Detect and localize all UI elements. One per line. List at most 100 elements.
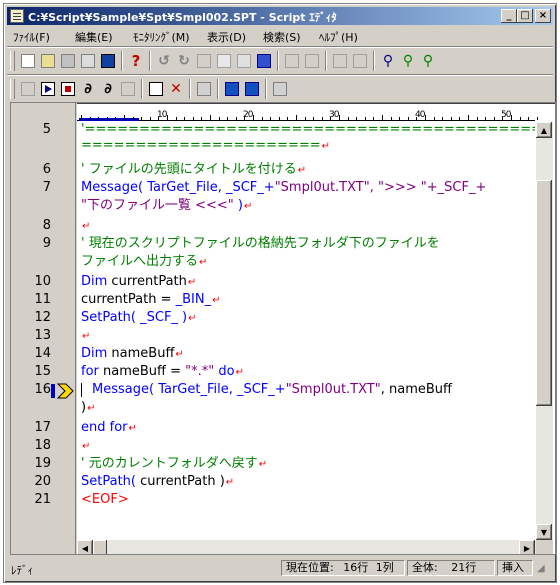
trace-icon[interactable] (195, 80, 213, 98)
menu-search[interactable]: 検索(S) (263, 29, 301, 45)
ruler-tick (502, 117, 504, 120)
ruler-tick (425, 115, 426, 120)
line-number: 13 (34, 328, 51, 343)
ruler-tick (450, 117, 452, 120)
undo-icon[interactable]: ↺ (155, 52, 173, 70)
debug-icon[interactable]: ∂ (79, 80, 97, 98)
replace-icon[interactable] (303, 52, 321, 70)
line-number: 14 (34, 346, 51, 361)
status-position: 現在位置: 16行 1列 (281, 560, 405, 576)
toolbar-separator (373, 51, 375, 71)
copy-icon[interactable] (215, 52, 233, 70)
toolbar-separator (149, 51, 151, 71)
ruler-tick (399, 117, 401, 120)
title-bar[interactable]: C:¥Script¥Sample¥Spt¥Smpl002.SPT - Scrip… (7, 7, 553, 25)
line-number: 10 (34, 274, 51, 289)
book-icon[interactable] (99, 52, 117, 70)
ruler-tick (485, 117, 487, 120)
code-editor[interactable]: 10 20 30 40 50 '========================… (10, 102, 556, 555)
minimize-button[interactable]: _ (501, 9, 517, 23)
scroll-up-button[interactable]: ▲ (536, 122, 552, 138)
sheet-icon[interactable] (351, 52, 369, 70)
resize-grip-icon[interactable]: ◢ (537, 563, 545, 574)
grid-icon[interactable] (331, 52, 349, 70)
ruler-tick (433, 117, 435, 120)
horizontal-scrollbar[interactable]: ◀ ▶ (77, 540, 536, 554)
stop-icon[interactable] (59, 80, 77, 98)
window2-icon[interactable] (243, 80, 261, 98)
ruler-tick (407, 117, 409, 120)
paste-icon[interactable] (235, 52, 253, 70)
cut-icon[interactable] (195, 52, 213, 70)
find-next-icon[interactable]: ⚲ (399, 52, 417, 70)
scroll-left-button[interactable]: ◀ (77, 540, 93, 554)
ruler-tick (184, 117, 186, 120)
toolbar-grip[interactable] (10, 79, 15, 99)
code-line: ) (81, 400, 87, 415)
print-icon[interactable] (79, 52, 97, 70)
code-text: nameBuff = (98, 364, 186, 379)
scroll-thumb[interactable] (536, 180, 552, 406)
jump-icon[interactable] (271, 80, 289, 98)
watch-icon[interactable] (119, 80, 137, 98)
line-number: 9 (42, 236, 51, 251)
line-number: 17 (34, 420, 51, 435)
menu-monitor[interactable]: ﾓﾆﾀﾘﾝｸﾞ(M) (133, 29, 190, 45)
code-line: ====================== (81, 138, 321, 153)
return-mark: ↵ (175, 349, 184, 360)
debug-step-icon[interactable]: ∂ (99, 80, 117, 98)
toolbar-separator (121, 51, 123, 71)
return-mark: ↵ (82, 331, 91, 342)
eof-marker: <EOF> (81, 492, 129, 507)
ruler-tick (132, 117, 134, 120)
menu-help[interactable]: ﾍﾙﾌﾟ(H) (319, 29, 358, 45)
debug-toolbar: ∂ ∂ ✕ (7, 74, 553, 103)
ruler-tick (476, 117, 478, 120)
code-area[interactable]: '=======================================… (77, 122, 535, 540)
clear-breakpoint-icon[interactable]: ✕ (167, 80, 185, 98)
code-text: ) (233, 198, 243, 213)
ruler-tick (141, 117, 143, 120)
position-line: 16行 (343, 561, 369, 574)
zoom-icon[interactable]: ⚲ (379, 52, 397, 70)
new-icon[interactable] (19, 52, 37, 70)
code-identifier: TarGet_File, _SCF_+ (143, 180, 275, 195)
scroll-right-button[interactable]: ▶ (519, 540, 535, 554)
code-line: ' 現在のスクリプトファイルの格納先フォルダ下のファイルを (81, 236, 440, 251)
return-mark: ↵ (258, 459, 268, 470)
status-total: 全体: 21行 (407, 560, 495, 576)
code-text: , nameBuff (380, 382, 452, 397)
maximize-button[interactable]: □ (517, 9, 533, 23)
redo-icon[interactable]: ↻ (175, 52, 193, 70)
toolbar-separator (217, 79, 219, 99)
macro-icon[interactable] (255, 52, 273, 70)
ruler-tick (106, 117, 108, 120)
menu-edit[interactable]: 編集(E) (75, 29, 113, 45)
ruler-tick (373, 117, 375, 120)
toolbar-grip[interactable] (10, 51, 15, 71)
find-icon[interactable] (283, 52, 301, 70)
return-mark: ↵ (321, 141, 331, 152)
hscroll-thumb[interactable] (93, 540, 107, 554)
help-icon[interactable]: ? (127, 52, 145, 70)
breakpoint-icon[interactable] (147, 80, 165, 98)
app-icon[interactable] (10, 9, 24, 23)
close-button[interactable]: × (535, 9, 551, 23)
vertical-scrollbar[interactable]: ▲ ▼ (536, 122, 553, 542)
open-icon[interactable] (39, 52, 57, 70)
scroll-down-button[interactable]: ▼ (536, 524, 552, 540)
save-icon[interactable] (59, 52, 77, 70)
run-icon[interactable] (39, 80, 57, 98)
code-keyword: Dim (81, 346, 108, 361)
window1-icon[interactable] (223, 80, 241, 98)
line-number: 19 (34, 456, 51, 471)
menu-file[interactable]: ﾌｧｲﾙ(F) (13, 29, 50, 45)
find-prev-icon[interactable]: ⚲ (419, 52, 437, 70)
menu-view[interactable]: 表示(D) (207, 29, 246, 45)
step-icon[interactable] (19, 80, 37, 98)
ruler-tick (330, 117, 332, 120)
code-text: currentPath = (81, 292, 176, 307)
ruler-cursor-marker (79, 118, 139, 121)
line-number: 11 (34, 292, 51, 307)
ruler-tick (201, 117, 203, 120)
